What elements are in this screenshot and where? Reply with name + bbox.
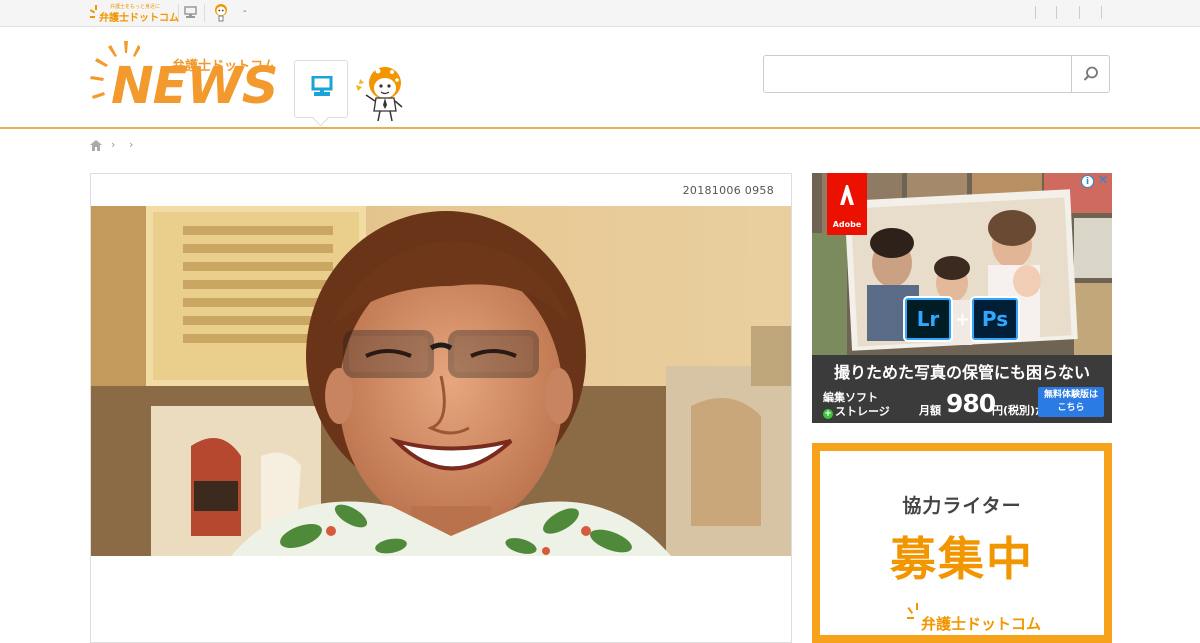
topbar-divider <box>178 4 179 22</box>
ad-headline: 撮りためた写真の保管にも困らない <box>833 363 1090 382</box>
adobe-icon <box>840 185 854 205</box>
article-photo-image <box>91 206 791 556</box>
breadcrumb-chevron-icon: › <box>129 138 134 151</box>
ad-info-icon[interactable]: i <box>1081 175 1094 188</box>
home-icon[interactable] <box>90 140 102 151</box>
ad-price: 980 <box>946 389 996 418</box>
adobe-label: Adobe <box>832 220 862 229</box>
writer-banner-logo: 弁護士ドットコム <box>907 603 1041 633</box>
article-photo <box>91 206 791 556</box>
writer-banner-logo-text: 弁護士ドットコム <box>921 615 1042 633</box>
lightroom-icon: Lr <box>905 298 951 340</box>
adobe-logo: Adobe <box>827 173 867 235</box>
ad-cta-line1: 無料体験版は <box>1043 390 1098 400</box>
pc-view-tab[interactable] <box>294 60 348 118</box>
pc-icon <box>311 76 333 96</box>
adobe-ad-banner[interactable]: Adobe i ✕ Lr + Ps 撮りためた写真の保管にも困らない 編集ソフト… <box>812 173 1112 423</box>
ad-cta-line2: こちら <box>1057 403 1085 413</box>
writer-recruitment-banner[interactable]: 協力ライター 募集中 弁護士ドットコム <box>812 443 1112 643</box>
logo-news-text: NEWS <box>111 57 279 116</box>
ad-line-storage-text: ストレージ <box>835 405 890 418</box>
topbar-dash: - <box>243 6 247 17</box>
topbar-divider <box>1101 6 1102 19</box>
search-input[interactable] <box>764 56 1071 92</box>
topbar-logo[interactable]: 弁護士をもっと身近に 弁護士ドットコム <box>90 3 179 25</box>
breadcrumb-chevron-icon: › <box>111 138 116 151</box>
ad-line-storage: + ストレージ <box>823 403 890 419</box>
ad-free-trial-button[interactable]: 無料体験版は こちら <box>1038 387 1104 417</box>
search-box <box>763 55 1110 93</box>
article-card: 20181006 0958 <box>90 173 792 643</box>
topbar-divider <box>1079 6 1080 19</box>
topbar-divider <box>1035 6 1036 19</box>
site-header: 弁護士ドットコム NEWS <box>0 27 1200 129</box>
article-date: 20181006 0958 <box>682 184 774 197</box>
writer-banner-line1: 協力ライター <box>902 495 1022 517</box>
pc-icon[interactable] <box>184 6 197 19</box>
topbar-logo-text: 弁護士ドットコム <box>99 13 179 24</box>
plus-sign: + <box>955 309 971 330</box>
mascot-icon[interactable] <box>211 3 231 23</box>
search-icon <box>1083 66 1098 81</box>
plus-circle-icon: + <box>823 409 833 419</box>
photoshop-icon: Ps <box>972 298 1018 340</box>
topbar-divider <box>204 4 205 22</box>
ad-price-prefix: 月額 <box>919 404 941 417</box>
writer-banner-line2: 募集中 <box>890 532 1034 586</box>
search-button[interactable] <box>1071 56 1109 92</box>
ad-close-icon[interactable]: ✕ <box>1096 174 1110 188</box>
topbar-divider <box>1056 6 1057 19</box>
mascot-character-icon[interactable] <box>354 65 410 123</box>
site-logo[interactable]: 弁護士ドットコム NEWS <box>90 39 280 119</box>
top-utility-bar: 弁護士をもっと身近に 弁護士ドットコム - <box>0 0 1200 27</box>
